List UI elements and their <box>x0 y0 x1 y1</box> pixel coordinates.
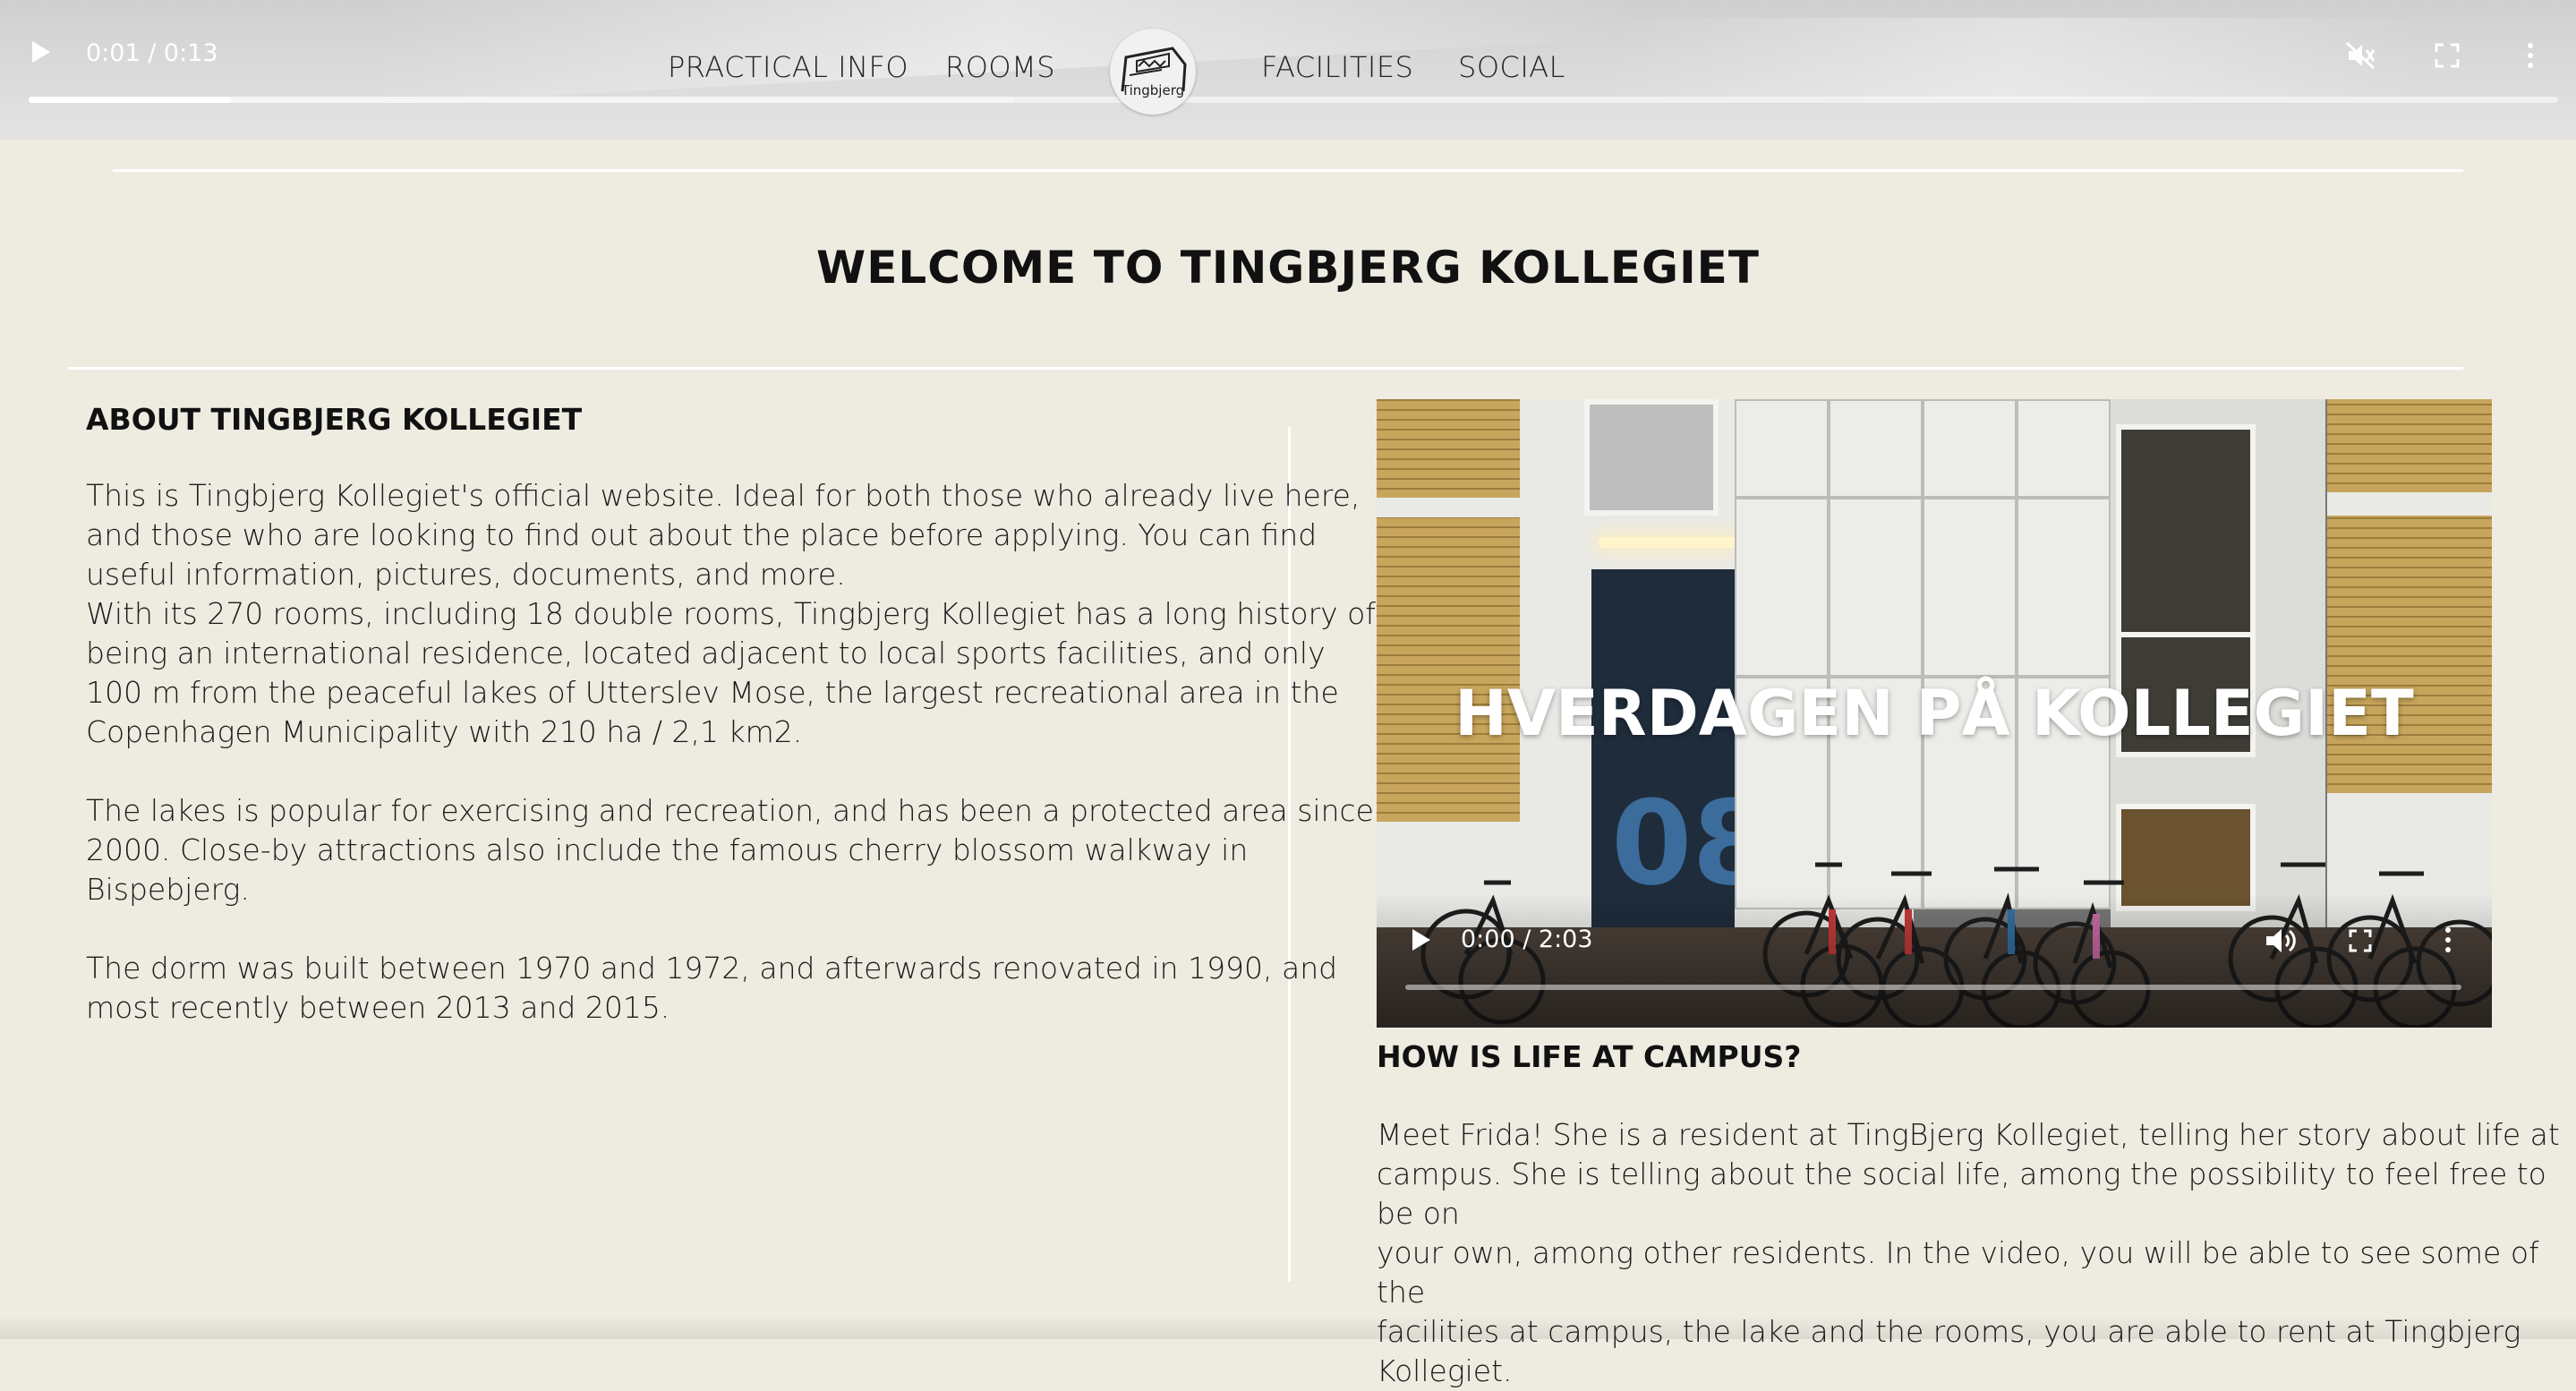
about-line: The dorm was built between 1970 and 1972… <box>86 951 1338 986</box>
about-line: and those who are looking to find out ab… <box>86 517 1318 552</box>
nav-practical-info[interactable]: PRACTICAL INFO <box>668 50 908 84</box>
building-logo-icon <box>1121 47 1187 92</box>
fullscreen-icon[interactable] <box>2349 929 2372 952</box>
video-scene <box>2116 424 2256 639</box>
video-progress-bar[interactable] <box>1405 985 2461 990</box>
main-nav: PRACTICAL INFO ROOMS FACILITIES SOCIAL <box>0 47 2576 90</box>
video-scene <box>1735 399 1829 498</box>
about-line: most recently between 2013 and 2015. <box>86 990 670 1025</box>
page-bottom-shadow <box>0 1316 2576 1339</box>
site-logo[interactable]: Tingbjerg <box>1110 29 1196 115</box>
video-scene <box>1923 399 2017 498</box>
about-paragraph-1: This is Tingbjerg Kollegiet's official w… <box>86 476 1376 752</box>
logo-text: Tingbjerg <box>1121 82 1185 98</box>
about-line: 2000. Close-by attractions also include … <box>86 832 1249 867</box>
campus-line: Meet Frida! She is a resident at TingBje… <box>1377 1117 2560 1152</box>
video-title-overlay: HVERDAGEN PÅ KOLLEGIET <box>1454 677 2414 750</box>
video-scene <box>1829 498 1923 677</box>
about-line: This is Tingbjerg Kollegiet's official w… <box>86 478 1361 513</box>
campus-line: campus. She is telling about the social … <box>1377 1156 2546 1231</box>
video-time: 0:00 / 2:03 <box>1461 926 1593 953</box>
video-scene <box>1377 399 1520 498</box>
hero-video-progress-fill <box>29 97 232 103</box>
volume-icon[interactable] <box>2263 926 2299 956</box>
about-paragraph-3: The dorm was built between 1970 and 1972… <box>86 949 1337 1028</box>
hero-video[interactable]: 0:01 / 0:13 PRACTICAL INFO ROOMS FACILIT… <box>0 0 2576 140</box>
more-options-icon[interactable] <box>2444 926 2452 954</box>
campus-heading: HOW IS LIFE AT CAMPUS? <box>1377 1039 1802 1074</box>
video-scene <box>1584 399 1719 516</box>
top-divider <box>113 169 2463 172</box>
about-line: useful information, pictures, documents,… <box>86 557 846 592</box>
video-scene <box>2327 399 2492 492</box>
page-title: WELCOME TO TINGBJERG KOLLEGIET <box>816 242 1760 294</box>
campus-line: your own, among other residents. In the … <box>1377 1235 2539 1310</box>
video-scene <box>2017 498 2111 677</box>
video-scene <box>1829 399 1923 498</box>
about-line: With its 270 rooms, including 18 double … <box>86 596 1376 631</box>
nav-facilities[interactable]: FACILITIES <box>1261 50 1413 84</box>
play-icon[interactable] <box>1412 929 1430 951</box>
video-controls-shade <box>1377 893 2492 1028</box>
about-line: Copenhagen Municipality with 210 ha / 2,… <box>86 714 803 749</box>
about-line: Bispebjerg. <box>86 872 250 907</box>
video-scene <box>1377 498 1520 517</box>
video-scene <box>2327 516 2492 793</box>
video-scene <box>1923 498 2017 677</box>
about-line: being an international residence, locate… <box>86 636 1326 670</box>
video-scene <box>2327 492 2492 516</box>
nav-social[interactable]: SOCIAL <box>1458 50 1565 84</box>
about-heading: ABOUT TINGBJERG KOLLEGIET <box>86 402 583 437</box>
campus-video[interactable]: 08 HVERDAGEN PÅ KOLLEGIET 0:00 / 2:03 <box>1377 399 2492 1028</box>
campus-paragraph: Meet Frida! She is a resident at TingBje… <box>1377 1115 2576 1391</box>
about-line: The lakes is popular for exercising and … <box>86 793 1374 828</box>
about-line: 100 m from the peaceful lakes of Uttersl… <box>86 675 1339 710</box>
video-scene <box>1735 498 1829 677</box>
about-paragraph-2: The lakes is popular for exercising and … <box>86 791 1374 909</box>
title-divider <box>68 367 2463 370</box>
video-scene <box>1599 537 1742 548</box>
video-scene <box>2017 399 2111 498</box>
hero-video-progress[interactable] <box>29 97 2558 103</box>
nav-rooms[interactable]: ROOMS <box>945 50 1055 84</box>
